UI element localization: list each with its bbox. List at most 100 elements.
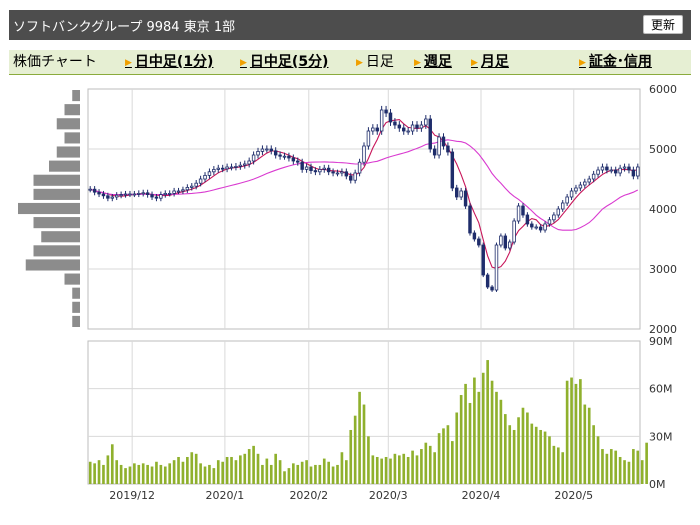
candlestick (163, 190, 168, 198)
candlestick (123, 190, 128, 198)
candle-body (538, 226, 543, 231)
candle-body (212, 168, 216, 173)
stock-chart: 2019/12 2020/1 2020/2 2020/3 2020/4 2020/5200… (18, 83, 677, 502)
volume-bar (411, 450, 414, 484)
candlestick (415, 121, 419, 132)
candle-body (432, 148, 437, 156)
volume-bar (539, 429, 542, 484)
volume-bar (190, 452, 194, 484)
candlestick (260, 145, 265, 155)
candlestick (247, 157, 251, 168)
candlestick (185, 184, 190, 193)
volume-bar (367, 436, 370, 484)
candle-body (463, 190, 468, 207)
volume-bar (632, 449, 635, 484)
volume-bar (318, 464, 322, 484)
candle-body (560, 202, 565, 210)
candle-body (494, 244, 499, 291)
candle-body (357, 161, 362, 174)
candle-body (428, 118, 432, 150)
volume-profile-bar (64, 273, 80, 285)
candlestick (225, 163, 229, 173)
volume-bar (393, 453, 397, 484)
volume-bar (618, 456, 622, 484)
candlestick (406, 127, 410, 135)
volume-bar (221, 461, 225, 484)
volume-bar (398, 455, 401, 484)
candlestick (503, 233, 508, 251)
volume-bar (477, 391, 481, 484)
volume-bar (216, 460, 220, 484)
volume-bar (322, 458, 326, 484)
volume-bar (442, 428, 445, 484)
volume-bar (402, 453, 406, 484)
volume-bar (159, 464, 163, 484)
candlestick (97, 189, 101, 198)
candlestick (494, 242, 499, 292)
candle-body (393, 121, 397, 126)
volume-bar (119, 464, 123, 484)
volume-bar (512, 429, 516, 484)
candle-body (128, 193, 132, 196)
candlestick (441, 133, 446, 150)
candlestick (172, 187, 176, 197)
candlestick (326, 164, 331, 176)
candlestick (353, 169, 357, 184)
candle-body (198, 178, 203, 184)
y-tick-label: 5000 (649, 143, 677, 156)
candlestick (366, 127, 371, 150)
candlestick (114, 192, 119, 201)
candle-body (194, 182, 198, 187)
candlestick (304, 163, 309, 173)
volume-bar (552, 445, 556, 484)
candlestick (132, 190, 137, 198)
candle-body (631, 169, 636, 177)
candle-body (512, 220, 516, 243)
candlestick (631, 166, 636, 180)
candlestick (618, 164, 622, 177)
candle-body (318, 168, 322, 173)
candlestick (627, 163, 631, 174)
candle-body (234, 165, 238, 168)
candle-body (141, 192, 145, 195)
volume-bar (375, 456, 379, 484)
candle-body (176, 190, 181, 193)
candlestick (450, 148, 455, 192)
candlestick (530, 221, 534, 230)
candlestick (419, 121, 424, 132)
candle-body (459, 190, 463, 198)
volume-bar (596, 436, 600, 484)
candle-body (446, 145, 450, 153)
candlestick (521, 203, 525, 218)
candle-body (313, 170, 318, 173)
volume-bar (177, 456, 180, 484)
y-tick-label: 6000 (649, 83, 677, 96)
candlestick (269, 145, 273, 155)
candle-body (441, 136, 446, 147)
candle-body (499, 235, 503, 246)
volume-profile-bar (72, 287, 80, 299)
candlestick (468, 203, 472, 236)
candle-body (556, 208, 561, 216)
candle-body (587, 178, 591, 183)
volume-bar (300, 461, 304, 484)
x-tick-label: 2019/12 (109, 489, 155, 502)
volume-bar (199, 463, 202, 484)
volume-bar (548, 436, 551, 484)
candle-body (251, 154, 256, 162)
candle-body (229, 166, 234, 169)
volume-bar (446, 425, 450, 484)
candle-body (591, 173, 596, 180)
candlestick (150, 191, 154, 201)
candlestick (552, 212, 556, 223)
candle-body (397, 124, 402, 129)
candle-body (485, 274, 490, 288)
volume-profile-bar (49, 160, 80, 172)
volume-bar (256, 453, 260, 484)
candlestick (472, 230, 477, 242)
candle-body (366, 130, 371, 147)
candle-body (344, 171, 349, 177)
volume-bar (181, 461, 185, 484)
volume-bar (261, 464, 264, 484)
candle-body (159, 194, 163, 199)
